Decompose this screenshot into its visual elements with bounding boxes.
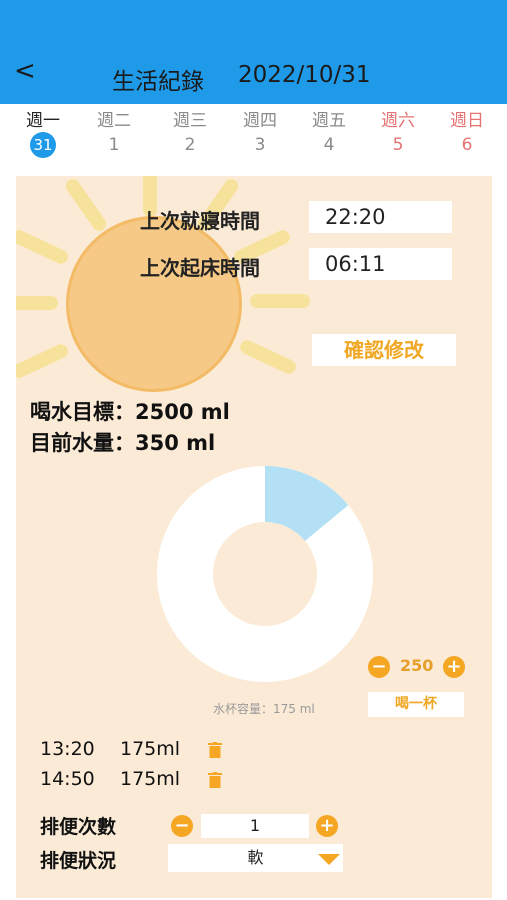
water-progress-donut (157, 466, 373, 682)
bowel-plus-button[interactable]: + (316, 815, 338, 837)
day-number: 31 (30, 132, 56, 158)
day-friday[interactable]: 週五 4 (297, 110, 361, 156)
top-bar: < 生活紀錄 2022/10/31 (0, 0, 507, 104)
day-number: 4 (323, 135, 335, 155)
day-number: 5 (392, 135, 404, 155)
last-wake-input[interactable]: 06:11 (309, 248, 452, 280)
bowel-minus-button[interactable]: − (171, 815, 193, 837)
log-amount: 175ml (120, 768, 181, 790)
cup-capacity: 水杯容量：175 ml (213, 702, 315, 716)
bowel-status-label: 排便狀況 (40, 850, 117, 872)
sun-ray (63, 176, 109, 234)
day-number: 6 (461, 135, 473, 155)
day-tuesday[interactable]: 週二 1 (82, 110, 146, 156)
sun-ray (16, 227, 71, 267)
bowel-count-label: 排便次數 (40, 816, 117, 838)
weekday-label: 週二 (97, 111, 131, 131)
sun-ray (237, 337, 299, 377)
log-time: 14:50 (40, 768, 95, 790)
last-sleep-label: 上次就寢時間 (140, 209, 260, 233)
step-minus-button[interactable]: − (368, 656, 390, 678)
day-saturday[interactable]: 週六 5 (366, 110, 430, 156)
water-log-row: 13:20 175ml (40, 738, 210, 760)
weekday-label: 週三 (173, 111, 207, 131)
water-goal: 喝水目標：2500 ml (30, 400, 230, 424)
week-selector: 週一 31 週二 1 週三 2 週四 3 週五 4 週六 5 週日 6 (0, 110, 507, 160)
bowel-status-select[interactable]: 軟 (168, 844, 343, 872)
trash-icon[interactable] (208, 772, 222, 788)
day-number: 1 (108, 135, 120, 155)
weekday-label: 週一 (26, 111, 60, 131)
back-button[interactable]: < (14, 58, 36, 84)
drink-cup-button[interactable]: 喝一杯 (368, 692, 464, 717)
day-thursday[interactable]: 週四 3 (228, 110, 292, 156)
log-time: 13:20 (40, 738, 95, 760)
day-number: 2 (184, 135, 196, 155)
day-wednesday[interactable]: 週三 2 (158, 110, 222, 156)
day-sunday[interactable]: 週日 6 (435, 110, 499, 156)
weekday-label: 週日 (450, 111, 484, 131)
confirm-button[interactable]: 確認修改 (312, 334, 456, 366)
day-number: 3 (254, 135, 266, 155)
record-panel: 上次就寢時間 22:20 上次起床時間 06:11 確認修改 喝水目標：2500… (16, 176, 492, 898)
weekday-label: 週六 (381, 111, 415, 131)
page-title: 生活紀錄 (112, 69, 204, 95)
last-sleep-input[interactable]: 22:20 (309, 201, 452, 233)
weekday-label: 週五 (312, 111, 346, 131)
sun-ray (16, 296, 58, 310)
weekday-label: 週四 (243, 111, 277, 131)
bowel-count-value[interactable]: 1 (201, 814, 309, 838)
day-monday[interactable]: 週一 31 (11, 110, 75, 158)
chevron-down-icon[interactable] (318, 854, 340, 865)
last-wake-label: 上次起床時間 (140, 256, 260, 280)
sun-ray (250, 294, 310, 308)
page-date: 2022/10/31 (238, 62, 371, 88)
water-current: 目前水量：350 ml (30, 431, 216, 455)
step-plus-button[interactable]: + (443, 656, 465, 678)
step-value: 250 (400, 656, 434, 675)
sun-icon (66, 216, 242, 392)
sun-ray (16, 341, 71, 381)
app-screen: < 生活紀錄 2022/10/31 週一 31 週二 1 週三 2 週四 3 週… (0, 0, 507, 900)
trash-icon[interactable] (208, 742, 222, 758)
log-amount: 175ml (120, 738, 181, 760)
water-log-row: 14:50 175ml (40, 768, 210, 790)
